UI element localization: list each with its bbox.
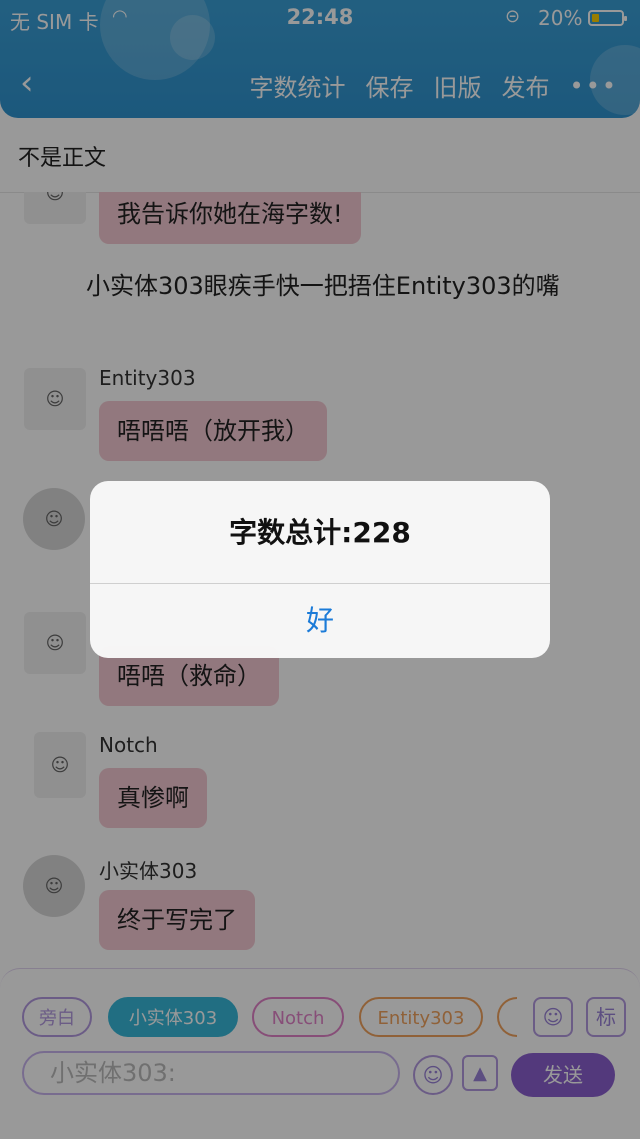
chat-editor-screen: 无 SIM 卡 ◠ 22:48 ⊝ 20% ‹ 字数统计 保存 旧版 发布 ••…	[0, 0, 640, 1140]
word-count-alert: 字数总计:228 好	[90, 481, 550, 658]
alert-ok-button[interactable]: 好	[90, 583, 550, 658]
alert-title: 字数总计:228	[229, 516, 411, 549]
